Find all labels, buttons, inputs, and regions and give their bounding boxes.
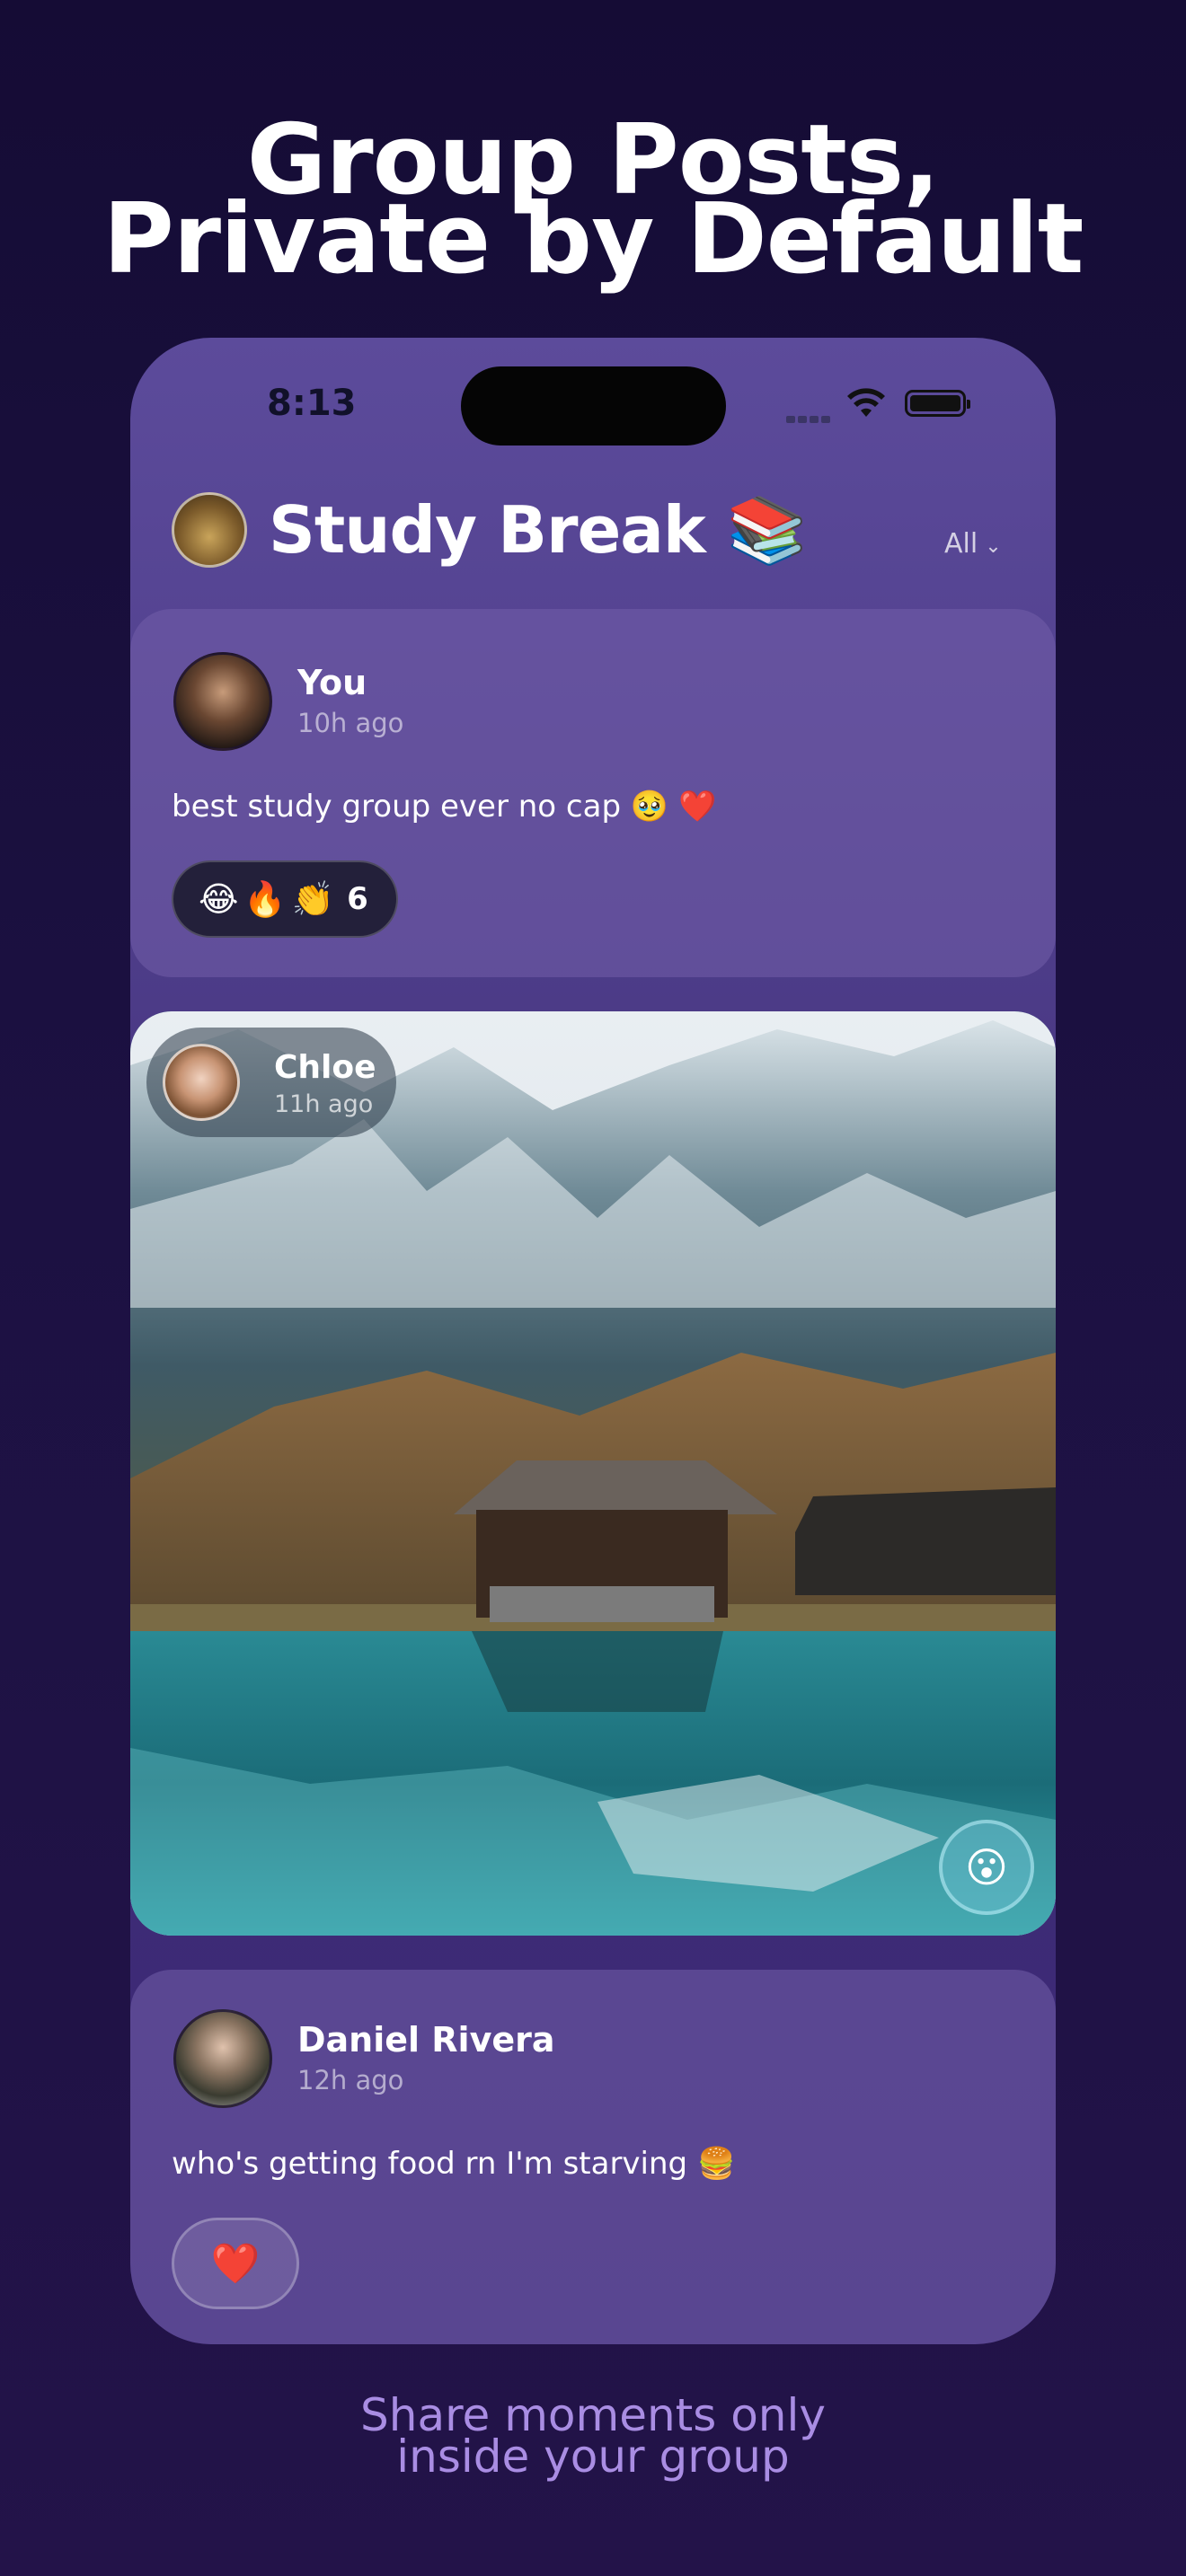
photo-post[interactable]: Chloe 11h ago 😮 <box>130 1011 1056 1936</box>
post-author: You <box>297 663 367 702</box>
chevron-down-icon: ⌄ <box>985 535 1002 558</box>
avatar[interactable] <box>173 652 272 751</box>
mountain-lake-photo <box>130 1011 1056 1936</box>
post-card[interactable]: Daniel Rivera 12h ago who's getting food… <box>130 1970 1056 2344</box>
wifi-icon <box>847 388 885 417</box>
phone-screen: 8:13 Study Break 📚 All ⌄ You 10h ago best… <box>130 338 1056 2344</box>
author-chip[interactable]: Chloe 11h ago <box>146 1028 396 1137</box>
reaction-count: 6 <box>347 881 368 917</box>
group-avatar[interactable] <box>172 492 247 568</box>
post-text: best study group ever no cap 🥹 ❤️ <box>172 789 717 825</box>
reaction-button[interactable]: 😮 <box>939 1820 1034 1915</box>
group-title: Study Break 📚 <box>269 492 807 568</box>
avatar[interactable] <box>163 1044 240 1121</box>
filter-label: All <box>944 528 978 560</box>
headline-line-2: Private by Default <box>102 183 1084 296</box>
dynamic-island <box>461 366 726 446</box>
cellular-signal-icon <box>786 410 840 423</box>
reactions-pill[interactable]: 😂 🔥 👏 6 <box>172 860 398 938</box>
promo-tagline: Share moments only inside your group <box>0 2393 1186 2483</box>
post-time: 11h ago <box>274 1090 374 1118</box>
post-card[interactable]: You 10h ago best study group ever no cap… <box>130 609 1056 977</box>
filter-dropdown[interactable]: All ⌄ <box>944 528 1002 560</box>
post-author: Chloe <box>274 1049 376 1086</box>
laughing-emoji-icon: 😂 <box>199 879 239 919</box>
surprised-emoji-icon: 😮 <box>965 1843 1008 1892</box>
battery-icon <box>905 390 970 417</box>
tagline-line-2: inside your group <box>396 2430 790 2483</box>
heart-reaction-button[interactable]: ❤️ <box>172 2218 299 2309</box>
post-time: 10h ago <box>297 708 404 738</box>
clap-emoji-icon: 👏 <box>291 878 335 919</box>
status-time: 8:13 <box>267 383 357 424</box>
heart-icon: ❤️ <box>210 2241 261 2287</box>
fire-emoji-icon: 🔥 <box>243 878 287 919</box>
post-text: who's getting food rn I'm starving 🍔 <box>172 2146 736 2182</box>
post-time: 12h ago <box>297 2065 404 2095</box>
promo-headline: Group Posts, Private by Default <box>0 112 1186 296</box>
avatar[interactable] <box>173 2009 272 2108</box>
post-author: Daniel Rivera <box>297 2020 555 2060</box>
